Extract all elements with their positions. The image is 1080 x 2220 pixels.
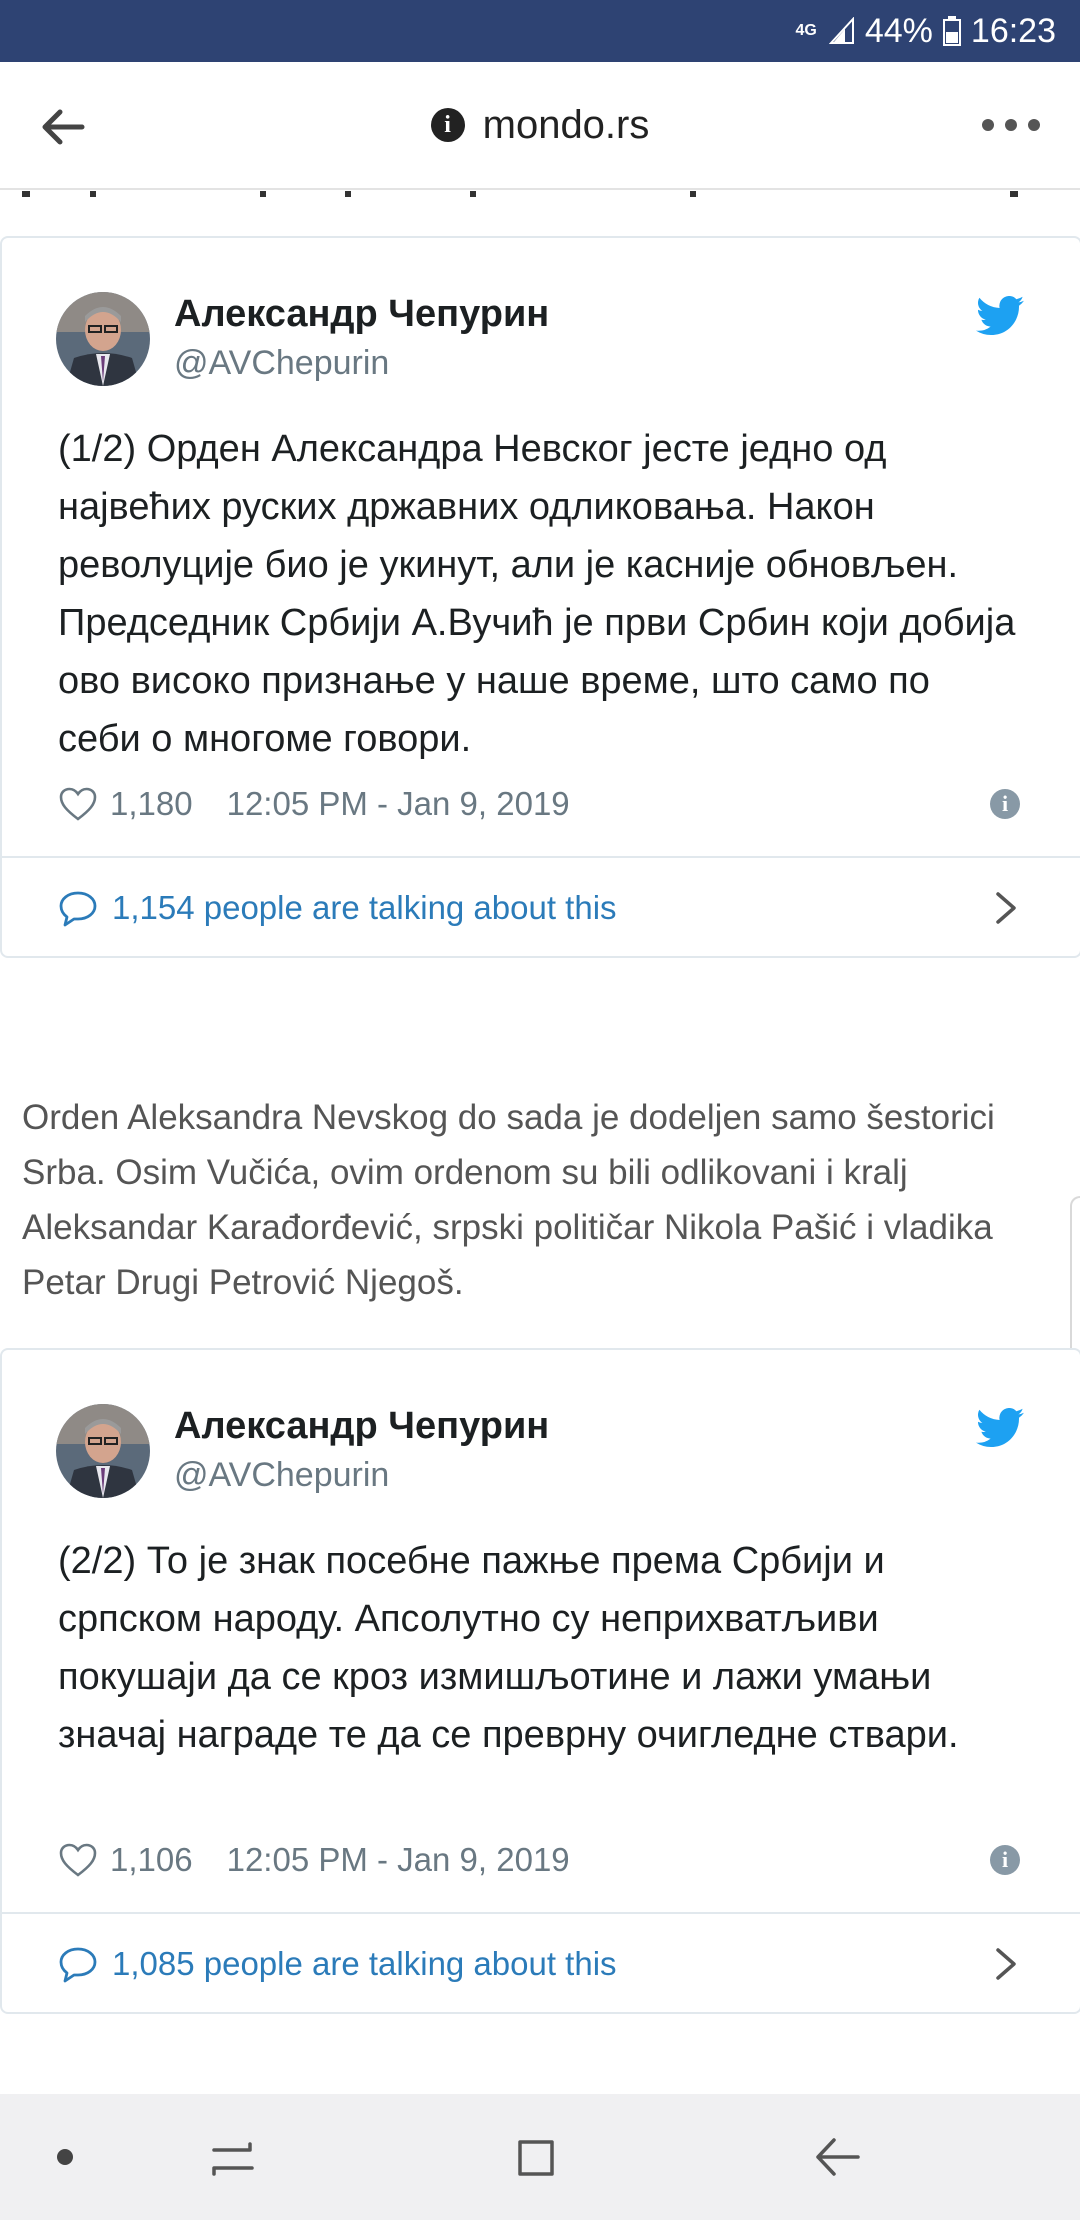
talking-label: 1,085 people are talking about this xyxy=(112,1945,617,1982)
recent-apps-icon[interactable] xyxy=(208,2136,258,2180)
talking-label: 1,154 people are talking about this xyxy=(112,889,617,926)
like-count: 1,180 xyxy=(110,785,193,822)
status-bar: 4G 44% 16:23 xyxy=(0,0,1080,62)
tweet-card[interactable]: Александр Чепурин @AVChepurin (1/2) Орде… xyxy=(0,236,1080,958)
system-nav-bar xyxy=(0,2094,1080,2220)
tweet-text: (2/2) То је знак посебне пажње према Срб… xyxy=(58,1540,959,1756)
clipped-text-remnant xyxy=(0,188,1080,198)
battery-percent: 44% xyxy=(864,11,933,50)
chevron-right-icon[interactable] xyxy=(994,1946,1018,1982)
author-handle[interactable]: @AVChepurin xyxy=(174,1456,389,1495)
browser-toolbar: i mondo.rs xyxy=(0,62,1080,190)
divider xyxy=(2,856,1080,858)
signal-icon xyxy=(828,17,855,45)
divider xyxy=(2,1912,1080,1914)
article-paragraph: Orden Aleksandra Nevskog do sada je dode… xyxy=(22,1098,995,1302)
info-icon[interactable]: i xyxy=(990,789,1020,819)
nav-dot-button[interactable] xyxy=(57,2149,73,2165)
like-count: 1,106 xyxy=(110,1841,193,1878)
tweet-card[interactable]: Александр Чепурин @AVChepurin (2/2) То ј… xyxy=(0,1348,1080,2014)
url-field[interactable]: i mondo.rs xyxy=(0,62,1080,188)
avatar[interactable] xyxy=(56,292,150,386)
more-menu-button[interactable] xyxy=(982,110,1040,140)
tweet-meta: 1,106 12:05 PM - Jan 9, 2019 xyxy=(58,1835,570,1885)
chevron-right-icon[interactable] xyxy=(994,890,1018,926)
author-name[interactable]: Александр Чепурин xyxy=(174,293,549,336)
tweet-text: (1/2) Орден Александра Невског јесте јед… xyxy=(58,428,1016,760)
info-icon[interactable]: i xyxy=(990,1845,1020,1875)
author-handle[interactable]: @AVChepurin xyxy=(174,344,389,383)
info-icon[interactable]: i xyxy=(430,108,465,142)
network-type: 4G xyxy=(795,22,817,39)
avatar[interactable] xyxy=(56,1404,150,1498)
heart-icon[interactable] xyxy=(58,786,98,822)
twitter-bird-icon[interactable] xyxy=(976,1408,1024,1448)
talking-link[interactable]: 1,085 people are talking about this xyxy=(58,1934,617,1994)
tweet-timestamp[interactable]: 12:05 PM - Jan 9, 2019 xyxy=(227,785,570,823)
author-name[interactable]: Александр Чепурин xyxy=(174,1405,549,1448)
url-text: mondo.rs xyxy=(482,102,650,147)
twitter-bird-icon[interactable] xyxy=(976,296,1024,336)
tweet-timestamp[interactable]: 12:05 PM - Jan 9, 2019 xyxy=(227,1841,570,1879)
tweet-meta: 1,180 12:05 PM - Jan 9, 2019 xyxy=(58,779,570,829)
heart-icon[interactable] xyxy=(58,1842,98,1878)
battery-icon xyxy=(942,16,961,46)
talking-link[interactable]: 1,154 people are talking about this xyxy=(58,878,617,938)
home-icon[interactable] xyxy=(514,2134,560,2180)
clock: 16:23 xyxy=(970,11,1056,50)
comment-bubble-icon xyxy=(59,1947,97,1983)
more-dots-icon xyxy=(982,119,994,131)
nav-back-icon[interactable] xyxy=(812,2134,862,2180)
comment-bubble-icon xyxy=(59,891,97,927)
